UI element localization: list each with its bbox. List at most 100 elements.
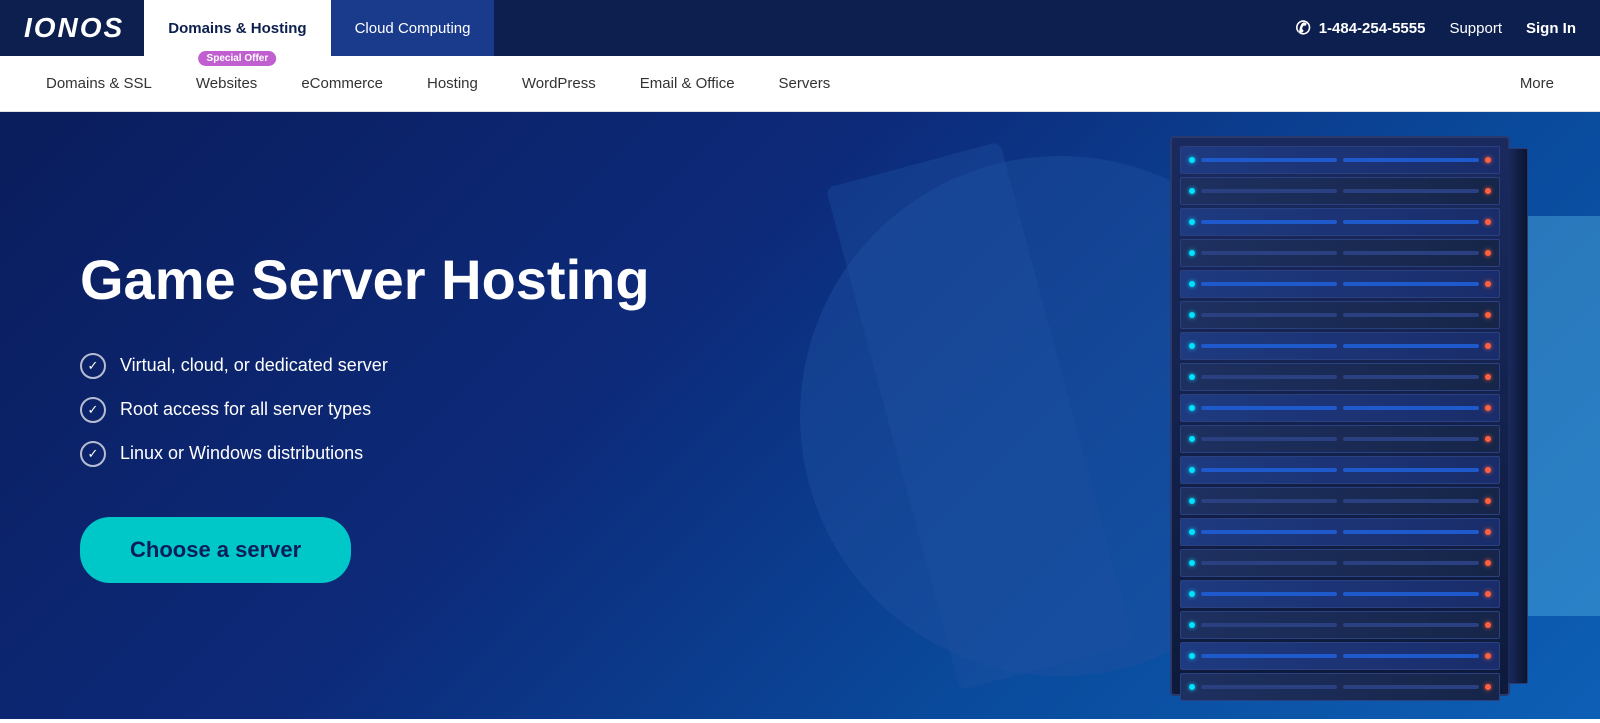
server-led xyxy=(1189,250,1195,256)
server-unit xyxy=(1180,208,1500,236)
server-led xyxy=(1189,436,1195,442)
server-led-red xyxy=(1485,250,1491,256)
server-unit xyxy=(1180,363,1500,391)
server-led xyxy=(1189,219,1195,225)
nav-item-more[interactable]: More xyxy=(1498,75,1576,92)
server-led-red xyxy=(1485,622,1491,628)
server-unit xyxy=(1180,270,1500,298)
server-bar xyxy=(1343,313,1479,317)
support-link[interactable]: Support xyxy=(1449,20,1502,37)
server-bar xyxy=(1201,344,1337,348)
server-led-red xyxy=(1485,653,1491,659)
server-bar xyxy=(1343,654,1479,658)
nav-item-email-office[interactable]: Email & Office xyxy=(618,56,757,112)
server-bar xyxy=(1201,158,1337,162)
server-bar xyxy=(1343,375,1479,379)
nav-item-domains-ssl[interactable]: Domains & SSL xyxy=(24,56,174,112)
server-bar xyxy=(1201,375,1337,379)
server-led xyxy=(1189,281,1195,287)
server-unit xyxy=(1180,301,1500,329)
server-unit xyxy=(1180,239,1500,267)
server-unit xyxy=(1180,549,1500,577)
nav-item-wordpress[interactable]: WordPress xyxy=(500,56,618,112)
hero-feature-item: ✓ Virtual, cloud, or dedicated server xyxy=(80,353,650,379)
server-led xyxy=(1189,467,1195,473)
server-led-red xyxy=(1485,498,1491,504)
server-rack-illustration xyxy=(1170,136,1510,696)
server-unit xyxy=(1180,146,1500,174)
hero-section: Game Server Hosting ✓ Virtual, cloud, or… xyxy=(0,112,1600,719)
rack-body xyxy=(1170,136,1510,696)
server-bar xyxy=(1343,623,1479,627)
server-unit xyxy=(1180,456,1500,484)
server-bar xyxy=(1343,561,1479,565)
server-led xyxy=(1189,188,1195,194)
nav-item-hosting[interactable]: Hosting xyxy=(405,56,500,112)
server-led xyxy=(1189,498,1195,504)
server-bar xyxy=(1343,406,1479,410)
server-led xyxy=(1189,653,1195,659)
server-bar xyxy=(1201,313,1337,317)
signin-link[interactable]: Sign In xyxy=(1526,20,1576,37)
server-bar xyxy=(1343,251,1479,255)
server-led xyxy=(1189,684,1195,690)
server-bar xyxy=(1343,158,1479,162)
server-bar xyxy=(1201,654,1337,658)
server-led-red xyxy=(1485,684,1491,690)
hero-decoration xyxy=(700,112,1600,719)
server-bar xyxy=(1201,685,1337,689)
server-led-red xyxy=(1485,312,1491,318)
server-bar xyxy=(1343,592,1479,596)
server-bar xyxy=(1343,685,1479,689)
server-led-red xyxy=(1485,374,1491,380)
server-led-red xyxy=(1485,560,1491,566)
tab-cloud-computing[interactable]: Cloud Computing xyxy=(331,0,495,56)
server-unit xyxy=(1180,332,1500,360)
server-led-red xyxy=(1485,219,1491,225)
hero-feature-item: ✓ Linux or Windows distributions xyxy=(80,441,650,467)
server-bar xyxy=(1201,530,1337,534)
server-unit xyxy=(1180,580,1500,608)
top-right-actions: ✆ 1-484-254-5555 Support Sign In xyxy=(1296,18,1576,39)
server-unit xyxy=(1180,425,1500,453)
special-offer-badge: Special Offer xyxy=(199,51,277,66)
check-icon: ✓ xyxy=(80,441,106,467)
server-unit xyxy=(1180,518,1500,546)
rack-side-panel xyxy=(1508,148,1528,684)
server-bar xyxy=(1201,499,1337,503)
server-led xyxy=(1189,529,1195,535)
server-led-red xyxy=(1485,405,1491,411)
server-led-red xyxy=(1485,467,1491,473)
nav-item-ecommerce[interactable]: eCommerce xyxy=(279,56,405,112)
server-unit xyxy=(1180,394,1500,422)
server-led-red xyxy=(1485,591,1491,597)
server-led-red xyxy=(1485,188,1491,194)
server-led xyxy=(1189,591,1195,597)
server-led xyxy=(1189,343,1195,349)
server-bar xyxy=(1201,189,1337,193)
server-bar xyxy=(1201,251,1337,255)
server-bar xyxy=(1343,282,1479,286)
check-icon: ✓ xyxy=(80,397,106,423)
tab-domains-hosting[interactable]: Domains & Hosting Special Offer xyxy=(144,0,330,56)
server-led xyxy=(1189,312,1195,318)
nav-item-servers[interactable]: Servers xyxy=(757,56,853,112)
phone-icon: ✆ xyxy=(1296,18,1311,39)
server-bar xyxy=(1201,437,1337,441)
server-led xyxy=(1189,157,1195,163)
hero-feature-item: ✓ Root access for all server types xyxy=(80,397,650,423)
server-bar xyxy=(1343,468,1479,472)
server-led-red xyxy=(1485,529,1491,535)
hero-features: ✓ Virtual, cloud, or dedicated server ✓ … xyxy=(80,353,650,467)
server-led-red xyxy=(1485,281,1491,287)
server-bar xyxy=(1201,592,1337,596)
server-led xyxy=(1189,622,1195,628)
brand-logo[interactable]: IONOS xyxy=(24,12,124,44)
choose-server-button[interactable]: Choose a server xyxy=(80,517,351,583)
server-bar xyxy=(1201,561,1337,565)
server-bar xyxy=(1343,220,1479,224)
phone-number[interactable]: ✆ 1-484-254-5555 xyxy=(1296,18,1426,39)
server-unit xyxy=(1180,611,1500,639)
server-led-red xyxy=(1485,436,1491,442)
server-led xyxy=(1189,560,1195,566)
